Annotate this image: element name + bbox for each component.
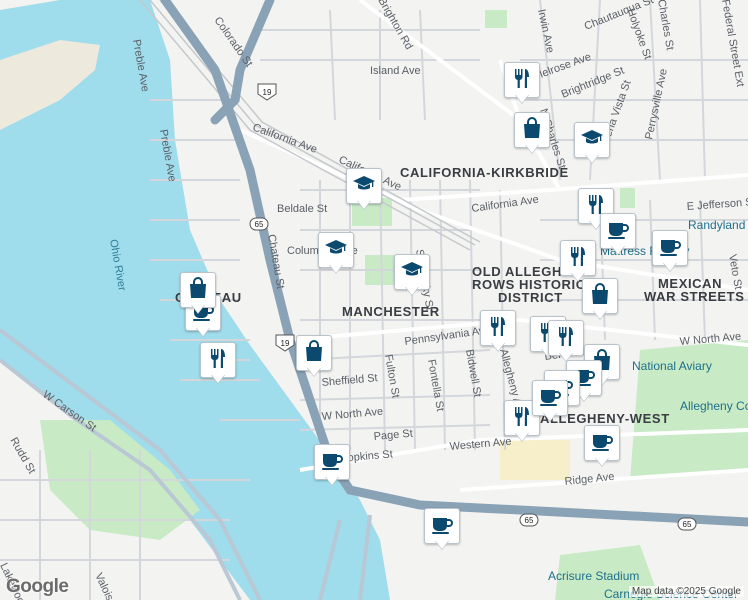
fork-knife-icon — [510, 66, 534, 95]
coffee-cup-icon — [538, 384, 562, 413]
graduation-cap-icon — [324, 236, 348, 265]
coffee-cup-icon — [590, 429, 614, 458]
route-shield: 65 — [683, 520, 692, 529]
fork-knife-icon — [510, 404, 534, 433]
restaurant-marker[interactable] — [504, 62, 540, 106]
restaurant-marker[interactable] — [548, 320, 584, 364]
neighborhood-label: DISTRICT — [498, 290, 563, 305]
coffee-cup-icon — [320, 448, 344, 477]
restaurant-marker[interactable] — [480, 310, 516, 354]
school-marker[interactable] — [346, 168, 382, 212]
route-shield: 19 — [263, 88, 272, 97]
route-shield: 65 — [525, 516, 534, 525]
route-shield: 19 — [281, 339, 290, 348]
fork-knife-icon — [206, 346, 230, 375]
cafe-marker[interactable] — [314, 444, 350, 488]
park-area — [620, 188, 635, 208]
street-label: Island Ave — [370, 65, 421, 77]
fork-knife-icon — [566, 244, 590, 273]
shopping-marker[interactable] — [296, 335, 332, 379]
coffee-cup-icon — [430, 512, 454, 541]
restaurant-marker[interactable] — [200, 342, 236, 386]
place-label: National Aviary — [632, 359, 712, 373]
school-marker[interactable] — [574, 122, 610, 166]
graduation-cap-icon — [580, 126, 604, 155]
map-canvas[interactable]: CALIFORNIA-KIRKBRIDE MANCHESTER OLD ALLE… — [0, 0, 748, 600]
neighborhood-label: WAR STREETS — [644, 289, 745, 304]
place-label: Randyland — [688, 218, 745, 232]
fork-knife-icon — [486, 314, 510, 343]
cafe-marker[interactable] — [584, 425, 620, 469]
graduation-cap-icon — [400, 258, 424, 287]
shopping-marker[interactable] — [582, 278, 618, 322]
school-marker[interactable] — [318, 232, 354, 276]
map-attribution: Map data ©2025 Google — [628, 586, 744, 597]
place-label: Allegheny Commons Park West — [680, 399, 748, 413]
shopping-bag-icon — [302, 339, 326, 368]
route-shield: 65 — [255, 220, 264, 229]
park-area — [485, 10, 507, 28]
cafe-marker[interactable] — [652, 230, 688, 274]
coffee-cup-icon — [606, 217, 630, 246]
coffee-cup-icon — [658, 234, 682, 263]
cafe-marker[interactable] — [424, 508, 460, 552]
shopping-bag-icon — [520, 116, 544, 145]
school-marker[interactable] — [394, 254, 430, 298]
google-logo: Google — [6, 576, 69, 597]
neighborhood-label: CALIFORNIA-KIRKBRIDE — [400, 165, 569, 180]
shopping-bag-icon — [186, 276, 210, 305]
fork-knife-icon — [554, 324, 578, 353]
cafe-marker[interactable] — [600, 213, 636, 257]
shopping-marker[interactable] — [514, 112, 550, 156]
graduation-cap-icon — [352, 172, 376, 201]
street-label: Beldale St — [277, 203, 327, 215]
shopping-marker[interactable] — [180, 272, 216, 316]
shopping-bag-icon — [588, 282, 612, 311]
place-label: Acrisure Stadium — [548, 569, 639, 583]
cafe-marker[interactable] — [532, 380, 568, 424]
